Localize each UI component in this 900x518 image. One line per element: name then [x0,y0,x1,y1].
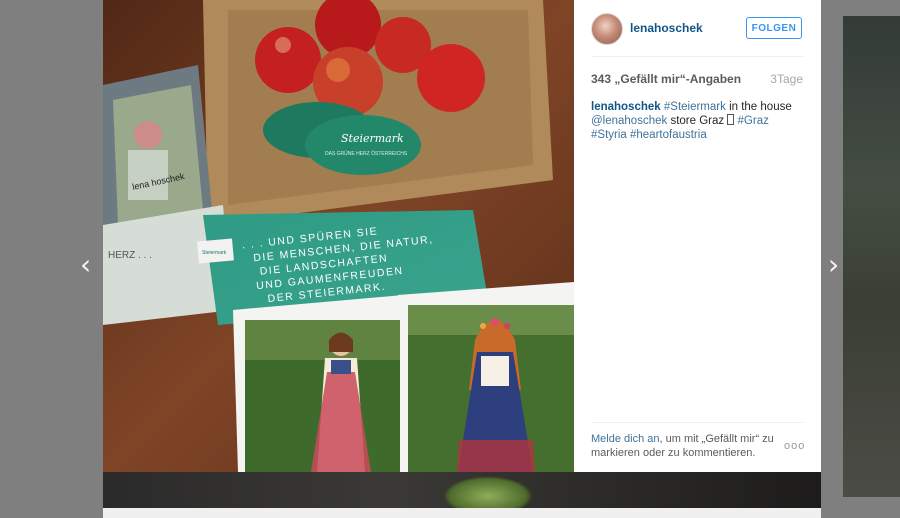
caption-username[interactable]: lenahoschek [591,101,661,113]
svg-text:HERZ . . .: HERZ . . . [108,250,152,261]
svg-text:DAS GRÜNE HERZ ÖSTERREICHS: DAS GRÜNE HERZ ÖSTERREICHS [325,150,408,157]
caption-text-2: store Graz [667,115,728,127]
hashtag-steiermark[interactable]: #Steiermark [664,101,726,113]
hashtag-graz[interactable]: #Graz [738,115,769,127]
svg-text:Steiermark: Steiermark [341,132,404,145]
footer-divider [591,422,803,423]
post-username[interactable]: lenahoschek [630,21,703,35]
unknown-glyph-icon [727,114,735,125]
post-caption: lenahoschek #Steiermark in the house @le… [591,100,803,142]
background-post-strip [103,472,821,518]
follow-button[interactable]: FOLGEN [746,17,802,39]
post-photo[interactable]: Steiermark DAS GRÜNE HERZ ÖSTERREICHS le… [103,0,574,472]
next-post-arrow-icon[interactable]: › [828,251,839,279]
hashtag-styria[interactable]: #Styria [591,129,627,141]
caption-text: in the house [725,101,792,113]
likes-count[interactable]: 343 „Gefällt mir“-Angaben [591,72,741,86]
svg-text:Steiermark: Steiermark [202,250,227,256]
previous-post-arrow-icon[interactable]: ‹ [80,251,91,279]
user-avatar[interactable] [591,13,623,45]
header-divider [591,56,803,57]
more-options-icon[interactable]: ooo [784,440,805,452]
mention-lenahoschek[interactable]: @lenahoschek [591,115,667,127]
login-link[interactable]: Melde dich an [591,433,660,445]
next-post-preview [843,16,900,497]
post-sidebar: lenahoschek FOLGEN 343 „Gefällt mir“-Ang… [574,0,821,472]
login-prompt: Melde dich an, um mit „Gefällt mir“ zu m… [591,432,781,460]
catalog-spread [233,282,574,472]
hashtag-heartofaustria[interactable]: #heartofaustria [630,129,707,141]
post-time[interactable]: 3Tage [770,72,803,86]
